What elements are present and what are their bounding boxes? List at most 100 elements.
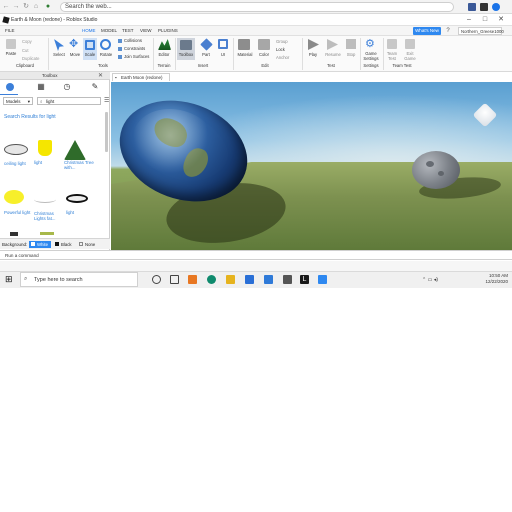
app-icon[interactable] (283, 275, 292, 284)
command-bar[interactable]: Run a command (0, 250, 512, 260)
profile-icon[interactable] (492, 3, 500, 11)
category-dropdown[interactable]: Models ▾ (3, 97, 33, 105)
app-icon[interactable] (188, 275, 197, 284)
item-label: light (34, 160, 43, 165)
file-explorer-icon[interactable] (226, 275, 235, 284)
help-icon[interactable]: ? (444, 27, 452, 35)
team-test-icon (387, 39, 397, 49)
anchor-button[interactable]: Anchor (276, 55, 289, 60)
forward-icon[interactable]: → (12, 3, 20, 11)
close-icon[interactable]: ✕ (98, 72, 103, 79)
material-button[interactable]: Material (235, 52, 255, 57)
roblox-taskbar-icon[interactable] (318, 275, 327, 284)
cortana-icon[interactable] (152, 275, 161, 284)
item-label: Christmas Tree with... (64, 160, 94, 170)
clipboard-group-label: Clipboard (16, 63, 34, 68)
home-icon[interactable]: ⌂ (32, 3, 40, 11)
paste-button[interactable]: Paste (3, 51, 19, 56)
select-cursor-icon (54, 39, 64, 51)
address-bar[interactable]: Search the web... (60, 2, 454, 12)
tab-creations-icon[interactable]: ✎ (90, 82, 100, 92)
roblox-studio-taskbar-icon[interactable]: L (300, 275, 309, 284)
task-view-icon[interactable] (170, 275, 179, 284)
windows-start-icon[interactable]: ⊞ (5, 275, 14, 284)
move-button[interactable]: Move (67, 52, 83, 57)
tab-recent-icon[interactable]: ◷ (62, 82, 72, 92)
bg-white-option[interactable]: White (29, 241, 51, 248)
collisions-toggle[interactable]: Collisions (124, 38, 142, 43)
bg-none-option[interactable]: None (77, 241, 99, 248)
edge-browser-icon[interactable] (207, 275, 216, 284)
ribbon-divider (48, 38, 49, 70)
terrain-editor-button[interactable]: Editor (155, 52, 173, 57)
constraints-toggle[interactable]: Constraints (124, 46, 145, 51)
toolbox-search-input[interactable]: ⌕ light (37, 97, 101, 105)
mail-icon[interactable] (264, 275, 273, 284)
list-item[interactable]: Powerful light (4, 190, 32, 215)
duplicate-button[interactable]: Duplicate (22, 56, 39, 61)
tab-home[interactable]: HOME (82, 28, 96, 33)
bg-black-label: Black (61, 242, 72, 247)
tab-inventory-icon[interactable]: ▦ (36, 82, 46, 92)
tab-view[interactable]: VIEW (140, 28, 152, 33)
command-bar-placeholder: Run a command (5, 253, 39, 258)
part-button[interactable]: Part (198, 52, 214, 57)
toolbox-scrollbar[interactable] (105, 112, 108, 152)
clock-date: 12/22/2020 (485, 279, 508, 284)
tab-test[interactable]: TEST (122, 28, 134, 33)
join-surfaces-toggle[interactable]: Join Surfaces (124, 54, 149, 59)
filter-icon[interactable]: ☰ (104, 97, 109, 104)
back-icon[interactable]: ← (2, 3, 10, 11)
store-icon[interactable] (245, 275, 254, 284)
tab-model[interactable]: MODEL (101, 28, 117, 33)
color-button[interactable]: Color (256, 52, 272, 57)
stop-button[interactable]: Stop (343, 52, 359, 57)
facebook-icon[interactable] (468, 3, 476, 11)
moon-sphere[interactable] (412, 151, 460, 189)
maximize-button[interactable]: □ (478, 16, 492, 24)
background-selector: Background: White Black None (0, 238, 110, 249)
ui-button[interactable]: UI (215, 52, 231, 57)
system-clock[interactable]: 10:50 AM 12/22/2020 (466, 273, 508, 285)
bg-black-option[interactable]: Black (53, 241, 75, 248)
game-settings-button[interactable]: Game Settings (360, 51, 382, 61)
team-test-button[interactable]: Team Test (384, 51, 400, 61)
group-button[interactable]: Group (276, 39, 288, 44)
resume-button[interactable]: Resume (322, 52, 344, 57)
play-button[interactable]: Play (305, 52, 321, 57)
exit-game-button[interactable]: Exit Game (402, 51, 418, 61)
list-item[interactable]: Christmas Lights fat... (34, 190, 62, 221)
list-item[interactable]: ceiling light (4, 140, 32, 166)
toolbox-button[interactable]: Toolbox (176, 52, 196, 57)
list-item[interactable]: light (34, 140, 62, 165)
tab-plugins[interactable]: PLUGINS (158, 28, 178, 33)
minimize-button[interactable]: – (462, 16, 476, 24)
tab-file[interactable]: FILE (5, 28, 15, 33)
select-button[interactable]: Select (51, 52, 67, 57)
list-item[interactable]: Christmas Tree with... (64, 140, 98, 170)
taskbar-search-input[interactable]: ⌕ Type here to search (20, 272, 138, 287)
cut-button[interactable]: Cut (22, 48, 29, 53)
refresh-icon[interactable]: ↻ (22, 3, 30, 11)
copy-button[interactable]: Copy (22, 39, 32, 44)
document-tab-label: Earth Moon (redone) (121, 75, 163, 80)
tab-marketplace-icon[interactable] (6, 83, 14, 91)
list-item[interactable]: light (66, 190, 94, 215)
item-label: Powerful light (4, 210, 31, 215)
lock-button[interactable]: Lock (276, 47, 285, 52)
rotate-button[interactable]: Rotate (97, 52, 115, 57)
toolbox-icon (180, 40, 192, 50)
constraints-icon (118, 47, 122, 51)
document-tab[interactable]: ▪ Earth Moon (redone) (112, 73, 170, 81)
bg-white-label: White (37, 242, 48, 247)
amazon-icon[interactable] (480, 3, 488, 11)
user-account-dropdown[interactable]: Northern_Greese1000 (458, 27, 504, 35)
black-swatch (55, 242, 59, 246)
ui-icon (218, 39, 228, 49)
ribbon-divider (302, 38, 303, 70)
close-button[interactable]: ✕ (494, 16, 508, 24)
whats-new-button[interactable]: What's New (413, 27, 441, 35)
system-tray-icons[interactable]: ⌃ ▭ ◂) (422, 277, 438, 283)
scale-button[interactable]: Scale (82, 52, 98, 57)
3d-viewport[interactable] (111, 82, 512, 250)
